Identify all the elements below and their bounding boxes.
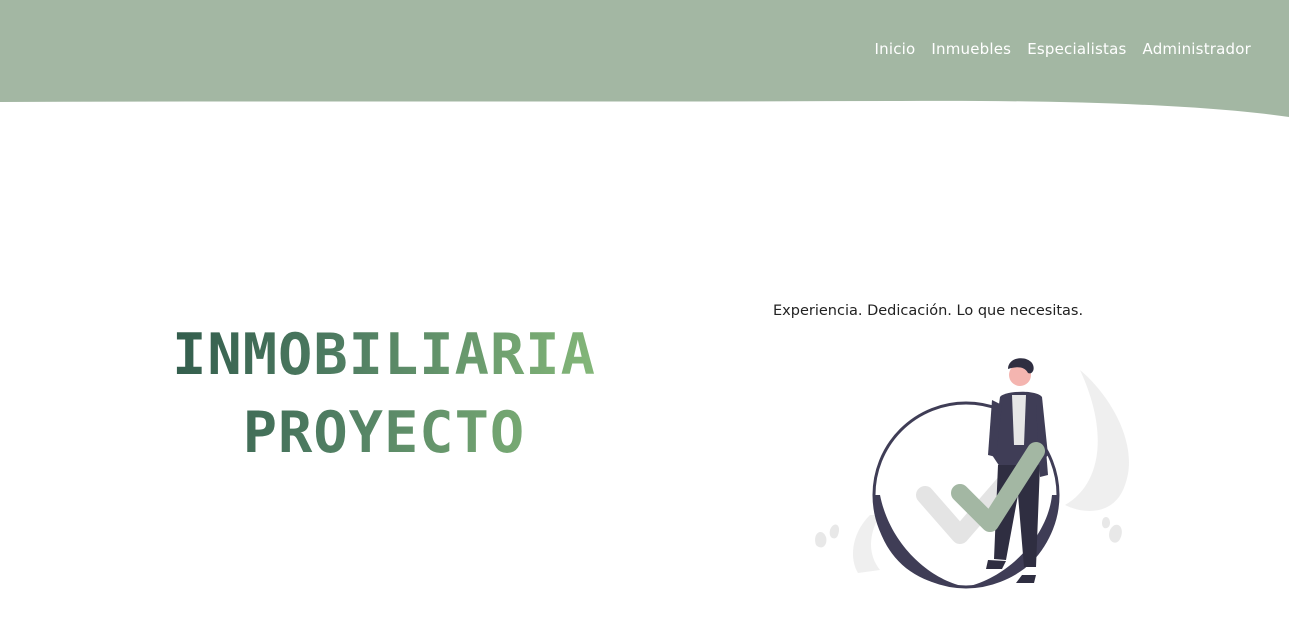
leaf-left2-icon: [829, 524, 840, 539]
leaf-right-icon: [1109, 524, 1122, 543]
brand-title-line1: INMOBILIARIA: [172, 322, 596, 388]
leaf-left-icon: [815, 531, 827, 548]
nav-link-inmuebles[interactable]: Inmuebles: [931, 40, 1011, 58]
header-wave-background: [0, 0, 1289, 117]
nav-link-inicio[interactable]: Inicio: [875, 40, 916, 58]
nav-link-especialistas[interactable]: Especialistas: [1027, 40, 1126, 58]
brand-title: INMOBILIARIA PROYECTO: [150, 316, 618, 472]
tagline: Experiencia. Dedicación. Lo que necesita…: [773, 303, 1084, 319]
main-nav: Inicio Inmuebles Especialistas Administr…: [875, 40, 1252, 58]
page: Inicio Inmuebles Especialistas Administr…: [0, 0, 1289, 639]
nav-link-administrador[interactable]: Administrador: [1143, 40, 1252, 58]
brand-title-line2: PROYECTO: [242, 400, 526, 466]
leaf-right2-icon: [1102, 517, 1110, 529]
person-with-checkmark-illustration: [815, 358, 1129, 589]
bg-leaf-shape: [1065, 370, 1129, 511]
bg-swoosh-shape: [853, 515, 880, 573]
